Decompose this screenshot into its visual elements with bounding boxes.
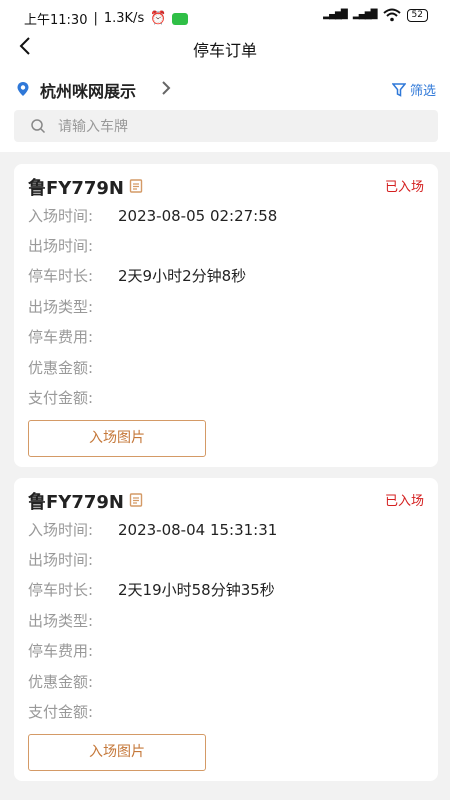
plate-number: 鲁FY779N [28,178,124,199]
battery-icon: 52 [406,8,428,22]
entry-time-label: 入场时间: [28,521,94,539]
discount-row: 优惠金额: [28,671,118,691]
fee-label: 停车费用: [28,642,94,660]
status-time: 上午11:30 [24,13,88,28]
entry-time-row: 入场时间: 2023-08-04 15:31:31 [28,519,277,539]
exit-time-row: 出场时间: [28,549,118,569]
fee-row: 停车费用: [28,326,118,346]
exit-time-row: 出场时间: [28,235,118,255]
exit-time-label: 出场时间: [28,237,94,255]
discount-row: 优惠金额: [28,357,118,377]
copy-icon[interactable] [127,493,143,507]
discount-label: 优惠金额: [28,359,94,377]
exit-type-label: 出场类型: [28,612,94,630]
page-title: 停车订单 [192,41,257,60]
order-card[interactable]: 鲁FY779N 已入场 入场时间: 2023-08-04 15:31:31 出场时… [14,478,438,781]
paid-row: 支付金额: [28,701,118,721]
discount-label: 优惠金额: [28,673,94,691]
fee-row: 停车费用: [28,640,118,660]
exit-type-row: 出场类型: [28,610,118,630]
entry-time-label: 入场时间: [28,207,94,225]
network-speed: 1.3K/s [103,11,145,26]
status-right: ▂▄▆█ ▂▄▆█ 52 [323,8,428,22]
status-left: 上午11:30 | 1.3K/s ⏰ [24,9,189,28]
signal-icon: ▂▄▆█ [323,10,348,20]
paid-label: 支付金额: [28,389,94,407]
entry-image-button[interactable]: 入场图片 [28,420,206,457]
location-row: 杭州咪网展示 筛选 [0,74,450,102]
entry-time-value: 2023-08-04 15:31:31 [118,521,278,539]
search-bar [14,110,438,144]
entry-image-button[interactable]: 入场图片 [28,734,206,771]
exit-type-row: 出场类型: [28,296,118,316]
entry-time-value: 2023-08-05 02:27:58 [118,207,278,225]
fee-label: 停车费用: [28,328,94,346]
duration-label: 停车时长: [28,581,94,599]
order-card[interactable]: 鲁FY779N 已入场 入场时间: 2023-08-05 02:27:58 出场时… [14,164,438,467]
status-bar: 上午11:30 | 1.3K/s ⏰ ▂▄▆█ ▂▄▆█ 52 [0,0,450,34]
duration-value: 2天9小时2分钟8秒 [118,267,247,285]
exit-time-label: 出场时间: [28,551,94,569]
plate-search-input[interactable] [56,110,430,144]
filter-label: 筛选 [409,84,436,99]
exit-type-label: 出场类型: [28,298,94,316]
wifi-icon [382,8,401,22]
nav-bar: 停车订单 [0,34,450,62]
duration-label: 停车时长: [28,267,94,285]
entry-time-row: 入场时间: 2023-08-05 02:27:58 [28,205,277,225]
duration-row: 停车时长: 2天9小时2分钟8秒 [28,265,246,285]
plate-number: 鲁FY779N [28,492,124,513]
location-pin-icon [17,82,29,96]
alarm-icon: ⏰ [150,11,167,26]
status-badge: 已入场 [384,180,424,195]
wechat-icon [172,12,189,25]
paid-row: 支付金额: [28,387,118,407]
copy-icon[interactable] [127,179,143,193]
status-badge: 已入场 [384,494,424,509]
filter-button[interactable]: 筛选 [391,80,436,99]
duration-value: 2天19小时58分钟35秒 [118,581,275,599]
signal-icon-2: ▂▄▆█ [352,10,378,20]
search-icon [31,119,46,134]
header-area: 上午11:30 | 1.3K/s ⏰ ▂▄▆█ ▂▄▆█ 52 停车订单 杭州咪… [0,0,450,152]
paid-label: 支付金额: [28,703,94,721]
chevron-right-icon[interactable] [160,80,172,96]
location-selector[interactable]: 杭州咪网展示 [40,78,136,102]
duration-row: 停车时长: 2天19小时58分钟35秒 [28,579,275,599]
filter-icon [391,82,406,97]
status-divider: | [93,11,98,26]
